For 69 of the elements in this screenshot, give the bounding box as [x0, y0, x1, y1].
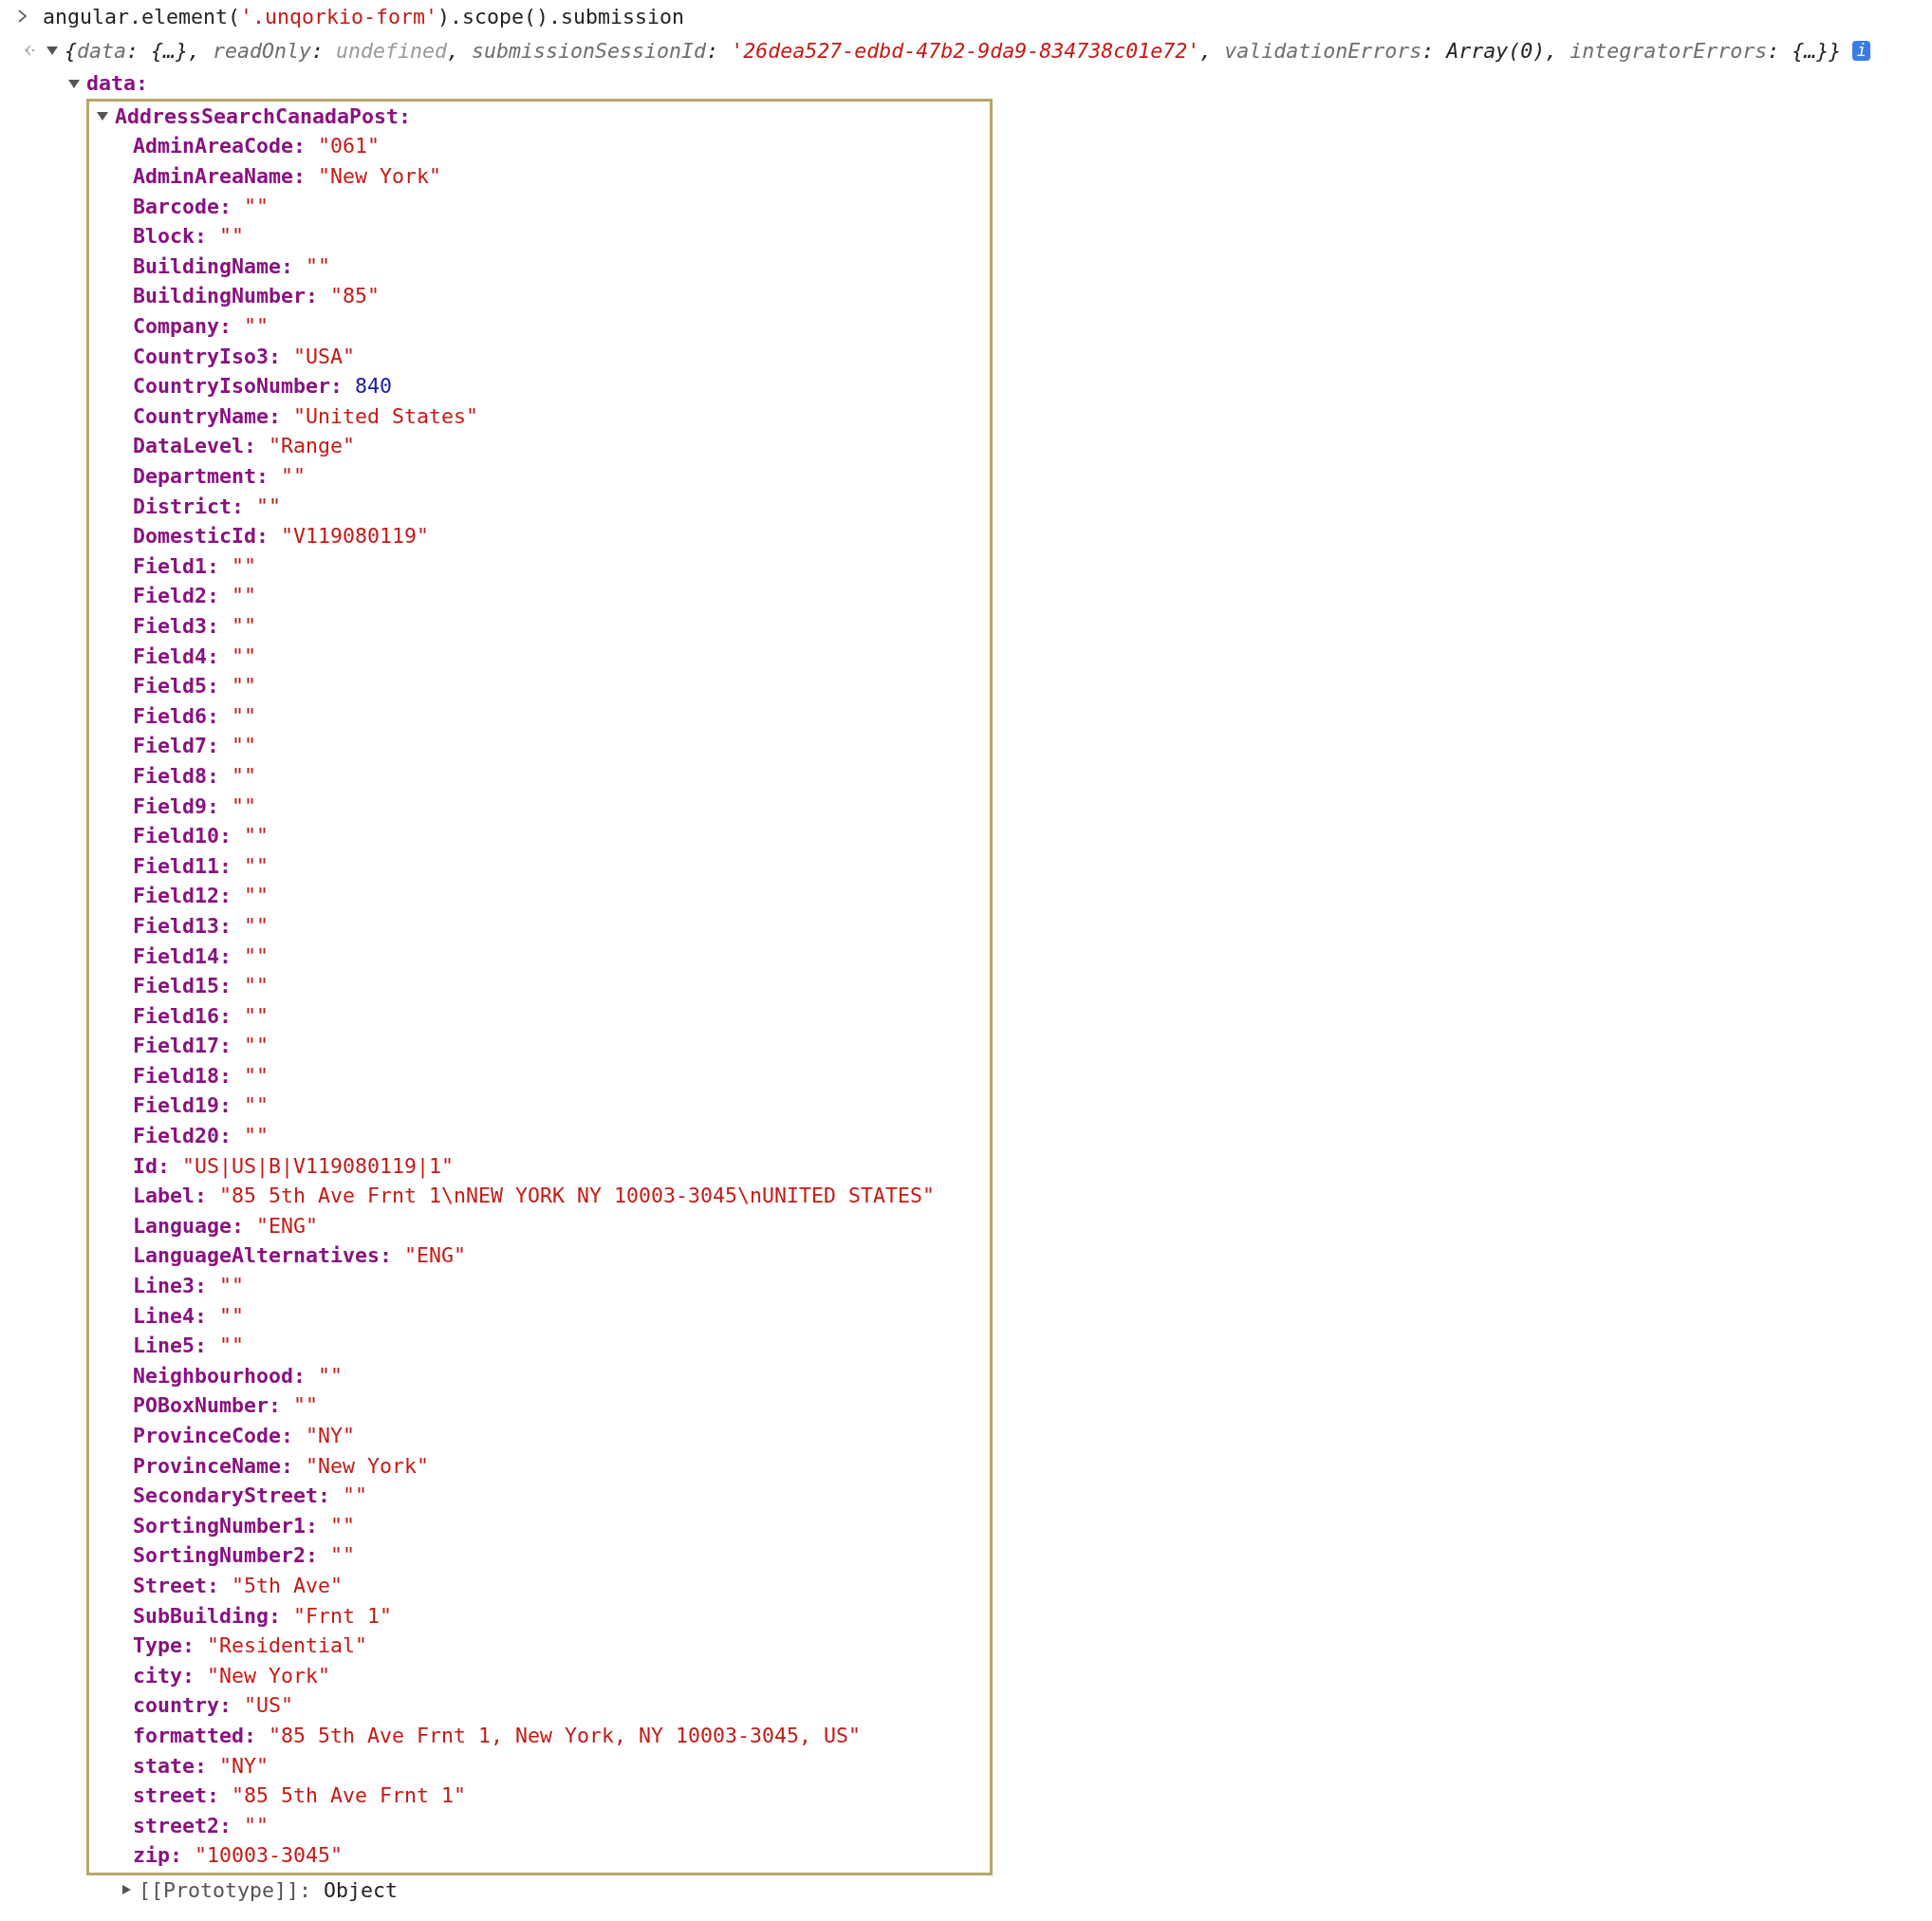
property-line: Field20: "": [133, 1124, 269, 1148]
property-line: DomesticId: "V119080119": [133, 524, 430, 549]
property-line: Field15: "": [133, 974, 269, 998]
caret-icon[interactable]: [120, 1884, 133, 1896]
property-line: Neighbourhood: "": [133, 1363, 344, 1388]
property-line: BuildingNumber: "85": [133, 284, 381, 308]
property-line: Field7: "": [133, 734, 257, 758]
property-line: AdminAreaName: "New York": [133, 164, 442, 189]
property-line: Field3: "": [133, 614, 257, 638]
property-line: Line3: "": [133, 1274, 245, 1298]
property-line: Field2: "": [133, 584, 257, 608]
property-line: Field12: "": [133, 884, 269, 908]
property-line: street2: "": [133, 1813, 269, 1837]
property-line: Field5: "": [133, 674, 257, 699]
property-line: BuildingName: "": [133, 253, 331, 278]
caret-icon[interactable]: [46, 45, 59, 56]
property-line: Field17: "": [133, 1034, 269, 1058]
property-line: SortingNumber2: "": [133, 1543, 356, 1568]
property-line: Field8: "": [133, 763, 257, 788]
info-badge[interactable]: i: [1852, 40, 1871, 61]
property-line: Language: "ENG": [133, 1213, 319, 1238]
property-line: Field16: "": [133, 1003, 269, 1028]
property-line: ProvinceName: "New York": [133, 1453, 430, 1478]
property-line: SecondaryStreet: "": [133, 1483, 368, 1508]
property-line: CountryIsoNumber: 840: [133, 374, 393, 399]
property-line: POBoxNumber: "": [133, 1393, 319, 1418]
property-line: Block: "": [133, 224, 245, 249]
property-line: country: "US": [133, 1693, 294, 1718]
property-line: Type: "Residential": [133, 1633, 368, 1658]
property-line: Field9: "": [133, 793, 257, 818]
property-line: LanguageAlternatives: "ENG": [133, 1243, 467, 1268]
property-line: Street: "5th Ave": [133, 1574, 344, 1597]
property-line: Field4: "": [133, 643, 257, 668]
property-line: Field19: "": [133, 1093, 269, 1118]
caret-icon[interactable]: [67, 77, 81, 89]
property-line: Label: "85 5th Ave Frnt 1\nNEW YORK NY 10003-3045\nUNITED STATES": [133, 1184, 936, 1208]
property-line: Field18: "": [133, 1063, 269, 1088]
property-line: Company: "": [133, 314, 269, 339]
property-line: DataLevel: "Range": [133, 434, 356, 458]
property-line: Field13: "": [133, 913, 269, 938]
property-line: CountryIso3: "USA": [133, 344, 356, 368]
object-key[interactable]: AddressSearchCanadaPost:: [115, 103, 411, 128]
property-line: Field11: "": [133, 853, 269, 878]
property-line: zip: "10003-3045": [133, 1843, 344, 1868]
property-line: Field14: "": [133, 943, 269, 968]
chevron-icon: [17, 9, 28, 23]
property-line: Field1: "": [133, 553, 257, 578]
property-line: Id: "US|US|B|V119080119|1": [133, 1153, 455, 1178]
property-line: city: "New York": [133, 1663, 331, 1688]
object-key[interactable]: data:: [86, 71, 148, 96]
console-command: angular.element('.unqorkio-form').scope().submission: [43, 4, 685, 28]
property-line: CountryName: "United States": [133, 403, 479, 428]
property-line: formatted: "85 5th Ave Frnt 1, New York, NY 10003-3045, US": [133, 1723, 862, 1747]
property-line: Barcode: "": [133, 194, 269, 218]
property-line: ProvinceCode: "NY": [133, 1424, 356, 1447]
property-line: state: "NY": [133, 1753, 269, 1778]
property-line: District: "": [133, 494, 282, 518]
property-line: Field10: "": [133, 824, 269, 849]
prototype-entry[interactable]: [[Prototype]]: Object: [139, 1877, 399, 1902]
result-summary[interactable]: {data: {…}, readOnly: undefined, submissionSessionId: '26dea527-edbd-47b2-9da9-834738c01e72', validationErrors: Array(0), integratorErrors: {…}}: [65, 38, 1842, 63]
property-line: street: "85 5th Ave Frnt 1": [133, 1783, 467, 1808]
caret-icon[interactable]: [96, 110, 109, 122]
property-line: Line4: "": [133, 1303, 245, 1328]
property-line: Department: "": [133, 464, 307, 488]
property-line: Field6: "": [133, 703, 257, 728]
property-line: AdminAreaCode: "061": [133, 134, 381, 159]
property-line: Line5: "": [133, 1334, 245, 1358]
property-line: SubBuilding: "Frnt 1": [133, 1603, 393, 1628]
property-line: SortingNumber1: "": [133, 1513, 356, 1538]
